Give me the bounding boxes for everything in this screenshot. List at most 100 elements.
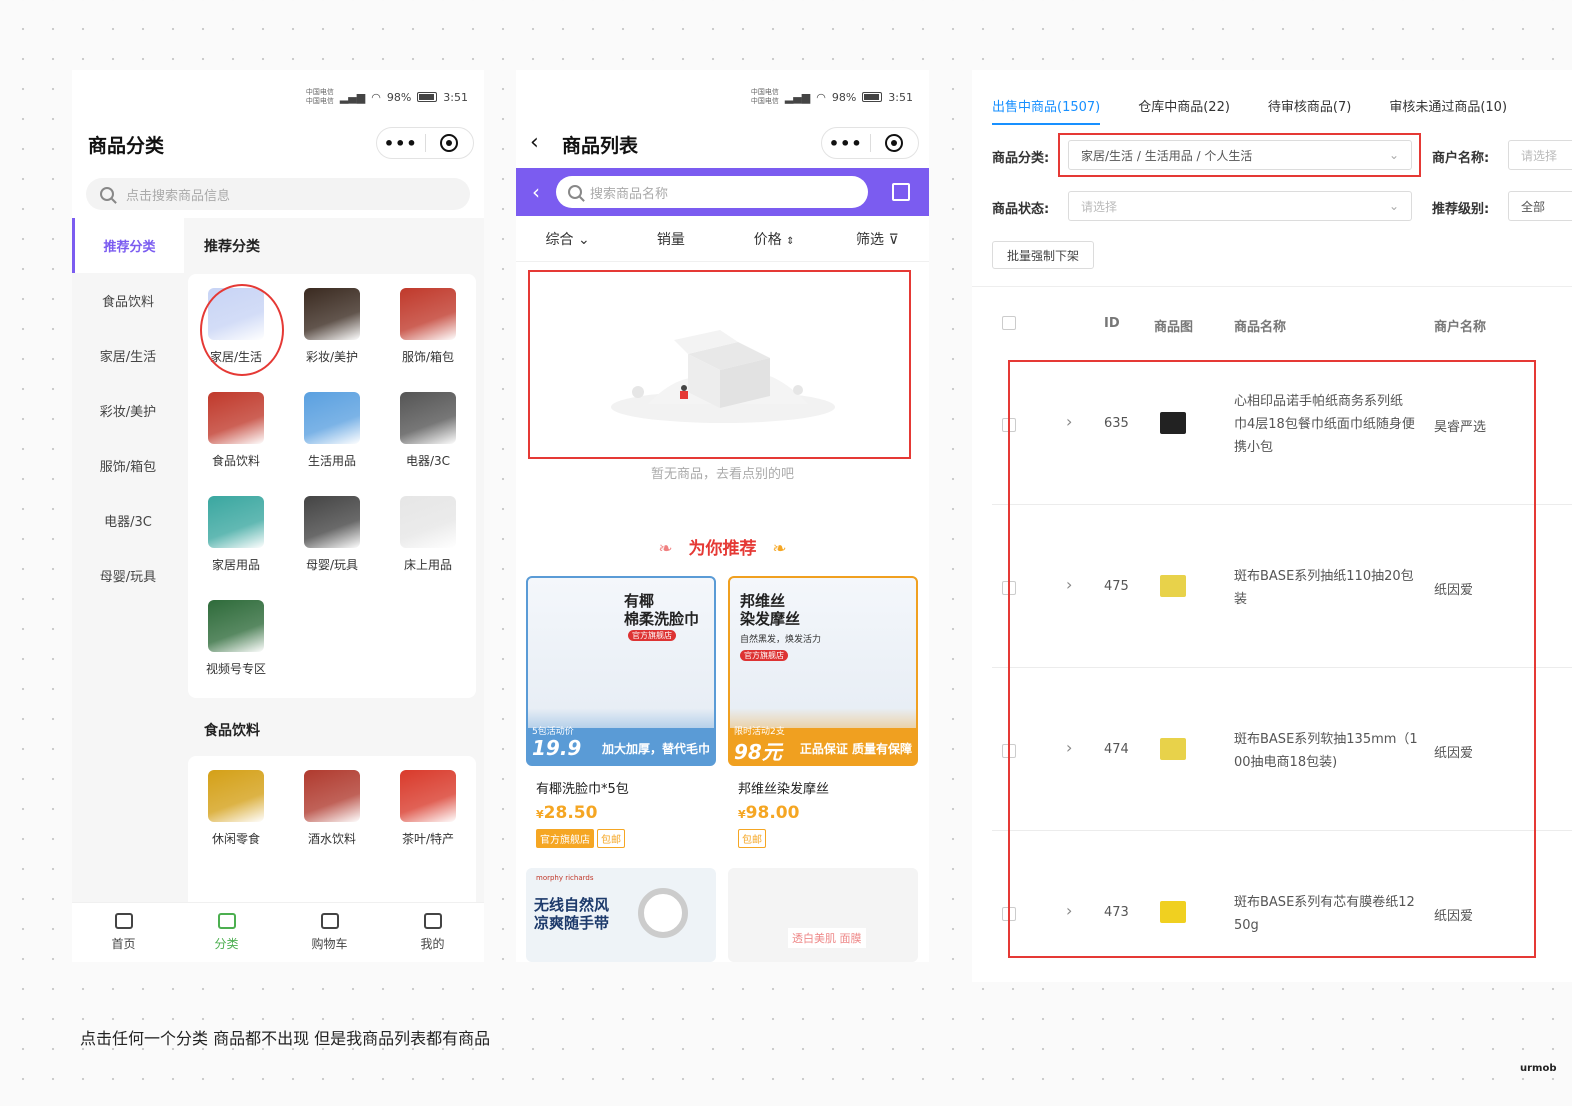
snacks-icon bbox=[208, 770, 264, 822]
sort-price[interactable]: 价格 ⇕ bbox=[723, 229, 826, 249]
tab-category[interactable]: 分类 bbox=[175, 903, 278, 962]
category-item[interactable]: 床上用品 bbox=[380, 496, 476, 573]
category-item[interactable]: 酒水饮料 bbox=[284, 770, 380, 847]
battery-icon bbox=[862, 92, 883, 102]
level-select[interactable]: 全部 bbox=[1508, 191, 1572, 221]
wifi-icon: ◠ bbox=[371, 90, 381, 104]
category-item-label: 家居用品 bbox=[211, 558, 260, 572]
category-item-label: 酒水饮料 bbox=[307, 832, 356, 846]
category-item-label: 电器/3C bbox=[405, 454, 451, 468]
sidebar-item[interactable]: 家居/生活 bbox=[72, 328, 184, 383]
product-name: 邦维丝染发摩丝 bbox=[738, 782, 830, 797]
product-card-partial[interactable]: 透白美肌 面膜 bbox=[728, 868, 918, 962]
clock: 3:51 bbox=[888, 90, 913, 104]
product-tags: 包邮 bbox=[738, 829, 918, 848]
more-menu-icon[interactable]: ••• bbox=[377, 134, 425, 153]
fan-icon bbox=[638, 888, 688, 938]
category-item[interactable]: 食品饮料 bbox=[188, 392, 284, 469]
chevron-down-icon: ⌄ bbox=[577, 231, 590, 248]
tab-home[interactable]: 首页 bbox=[72, 903, 175, 962]
tab-label: 分类 bbox=[214, 937, 239, 951]
sidebar-item[interactable]: 推荐分类 bbox=[72, 218, 184, 273]
level-filter-label: 推荐级别: bbox=[1432, 202, 1490, 217]
cleaning-supplies-icon bbox=[208, 496, 264, 548]
sidebar-item[interactable]: 食品饮料 bbox=[72, 273, 184, 328]
category-item[interactable]: 休闲零食 bbox=[188, 770, 284, 847]
product-card[interactable]: 有椰 棉柔洗脸巾 官方旗舰店 5包活动价 19.9 加大加厚，替代毛巾 有椰洗脸巾*5包 ¥… bbox=[526, 576, 716, 848]
signal-icon: ▂▄▆ bbox=[339, 90, 366, 104]
currency-symbol: ¥ bbox=[738, 808, 746, 821]
category-item-label: 茶叶/特产 bbox=[401, 832, 455, 846]
section-title: 推荐分类 bbox=[204, 239, 260, 255]
product-image-title: 有椰 棉柔洗脸巾 bbox=[624, 592, 700, 628]
battery-icon bbox=[417, 92, 438, 102]
chevron-down-icon: ⌄ bbox=[1388, 199, 1399, 213]
annotation-circle bbox=[200, 284, 284, 376]
tab-label: 首页 bbox=[111, 937, 136, 951]
sidebar-item[interactable]: 母婴/玩具 bbox=[72, 548, 184, 603]
cosmetics-icon bbox=[304, 288, 360, 340]
category-item[interactable]: 茶叶/特产 bbox=[380, 770, 476, 847]
tab-1[interactable]: 仓库中商品(22) bbox=[1138, 96, 1230, 125]
annotation-category-box bbox=[1058, 133, 1421, 177]
home-icon bbox=[114, 913, 133, 929]
sort-comprehensive[interactable]: 综合 ⌄ bbox=[516, 229, 619, 249]
search-input[interactable]: 点击搜索商品信息 bbox=[86, 178, 470, 210]
column-header: 商户名称 bbox=[1434, 320, 1487, 335]
sidebar-item[interactable]: 彩妆/美护 bbox=[72, 383, 184, 438]
category-grid: 休闲零食 酒水饮料 茶叶/特产 bbox=[188, 756, 476, 916]
tab-label: 购物车 bbox=[311, 937, 348, 951]
category-item[interactable]: 电器/3C bbox=[380, 392, 476, 469]
column-header: 商品名称 bbox=[1234, 320, 1287, 335]
column-header: ID bbox=[1104, 316, 1120, 331]
category-item[interactable]: 服饰/箱包 bbox=[380, 288, 476, 365]
product-search-input[interactable]: 搜索商品名称 bbox=[556, 176, 868, 208]
sidebar-item[interactable]: 电器/3C bbox=[72, 493, 184, 548]
sort-sales[interactable]: 销量 bbox=[619, 229, 722, 249]
user-icon bbox=[423, 913, 442, 929]
tab-0[interactable]: 出售中商品(1507) bbox=[992, 96, 1101, 125]
empty-state-text: 暂无商品，去看点别的吧 bbox=[650, 467, 794, 482]
price-value: 98.00 bbox=[745, 803, 800, 823]
back-icon[interactable]: ‹ bbox=[516, 180, 556, 204]
back-arrow-icon[interactable]: ‹ bbox=[530, 130, 539, 155]
product-tag: 官方旗舰店 bbox=[536, 829, 594, 848]
category-item[interactable]: 生活用品 bbox=[284, 392, 380, 469]
close-miniapp-icon[interactable] bbox=[871, 134, 919, 152]
page-title: 商品分类 bbox=[88, 135, 165, 157]
search-bar: ‹ 搜索商品名称 bbox=[516, 168, 929, 216]
tab-cart[interactable]: 购物车 bbox=[278, 903, 381, 962]
caption-text: 点击任何一个分类 商品都不出现 但是我商品列表都有商品 bbox=[80, 1029, 491, 1048]
tea-icon bbox=[400, 770, 456, 822]
product-tag: 包邮 bbox=[738, 829, 766, 848]
product-image-slogan: 正品保证 质量有保障 bbox=[799, 742, 912, 756]
bottom-tab-bar: 首页 分类 购物车 我的 bbox=[72, 902, 484, 962]
status-select[interactable]: 请选择 ⌄ bbox=[1068, 191, 1412, 221]
filter-button[interactable]: 筛选 ⊽ bbox=[826, 229, 929, 249]
category-item[interactable]: 家居用品 bbox=[188, 496, 284, 573]
sidebar-item[interactable]: 服饰/箱包 bbox=[72, 438, 184, 493]
tab-3[interactable]: 审核未通过商品(10) bbox=[1389, 96, 1507, 125]
category-item[interactable]: 母婴/玩具 bbox=[284, 496, 380, 573]
product-image-price-bar: 5包活动价 19.9 加大加厚，替代毛巾 bbox=[528, 727, 714, 764]
more-menu-icon[interactable]: ••• bbox=[822, 134, 870, 153]
category-item[interactable]: 视频号专区 bbox=[188, 600, 284, 677]
product-price: ¥28.50 bbox=[536, 803, 716, 823]
recommend-title: ❧ 为你推荐 ❧ bbox=[658, 539, 787, 559]
merchant-select[interactable]: 请选择 bbox=[1508, 140, 1572, 170]
leaf-decoration-icon: ❧ bbox=[658, 539, 673, 559]
section-title: 食品饮料 bbox=[204, 723, 260, 739]
tab-user[interactable]: 我的 bbox=[381, 903, 484, 962]
layout-toggle-icon[interactable] bbox=[892, 183, 910, 201]
select-all-checkbox[interactable] bbox=[1002, 316, 1016, 330]
close-miniapp-icon[interactable] bbox=[426, 134, 474, 152]
category-item[interactable]: 彩妆/美护 bbox=[284, 288, 380, 365]
ad-text: 透白美肌 面膜 bbox=[788, 928, 866, 948]
annotation-empty-box bbox=[528, 270, 911, 459]
batch-delist-button[interactable]: 批量强制下架 bbox=[992, 241, 1095, 269]
product-card-partial[interactable]: morphy richards 无线自然风 凉爽随手带 bbox=[526, 868, 716, 962]
cart-icon bbox=[320, 913, 339, 929]
product-card[interactable]: 邦维丝 染发摩丝 自然黑发，焕发活力 官方旗舰店 限时活动2支 98元 正品保证 质量有保… bbox=[728, 576, 918, 848]
tab-2[interactable]: 待审核商品(7) bbox=[1268, 96, 1351, 125]
gift-food-icon bbox=[208, 392, 264, 444]
